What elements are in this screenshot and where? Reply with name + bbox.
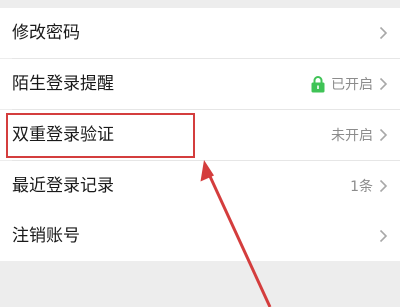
annotation-arrow — [200, 160, 272, 307]
